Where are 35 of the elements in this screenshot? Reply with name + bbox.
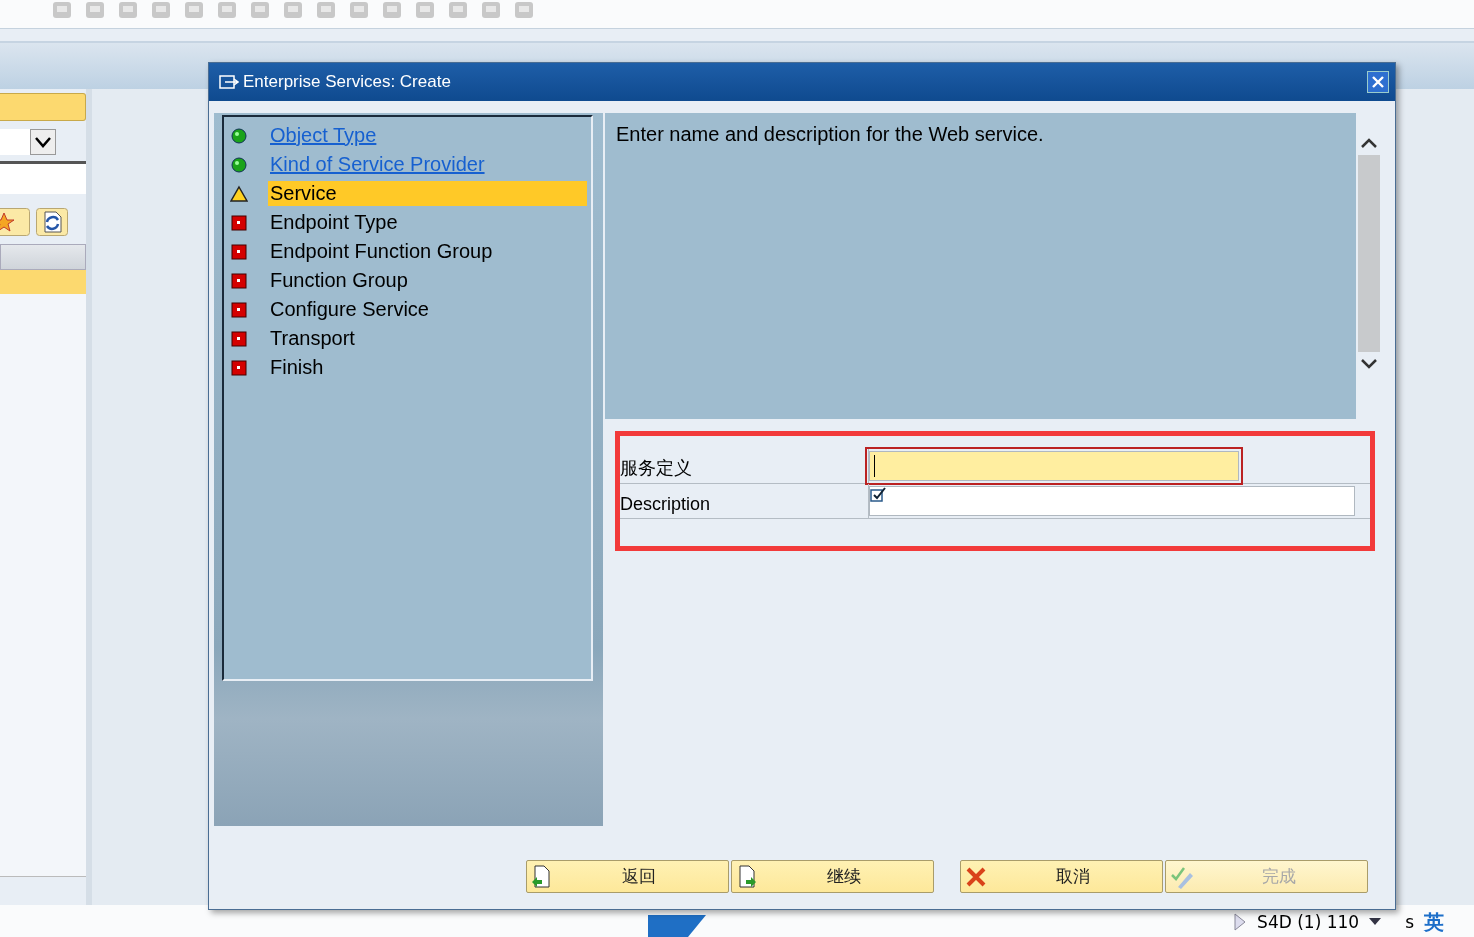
field-label: Description [620, 494, 712, 516]
instruction-text: Enter name and description for the Web service. [616, 123, 1044, 145]
refresh-document-icon[interactable] [36, 208, 68, 236]
dialog-button[interactable]: 返回 [526, 860, 729, 893]
step-item[interactable]: Configure Service [268, 297, 587, 322]
dropdown-field[interactable] [0, 129, 30, 155]
play-triangle-icon[interactable] [1233, 913, 1248, 931]
step-item[interactable]: Endpoint Type [268, 210, 587, 235]
logo-icon [648, 915, 706, 937]
splitter-handle[interactable] [86, 89, 92, 907]
system-info[interactable]: S4D (1) 110 [1257, 912, 1360, 932]
step-item[interactable]: Endpoint Function Group [268, 239, 587, 264]
star-icon[interactable] [0, 208, 30, 236]
server-info: s [1405, 912, 1414, 932]
input-field[interactable] [0, 161, 86, 194]
step-item[interactable]: Function Group [268, 268, 587, 293]
step-item[interactable]: Transport [268, 326, 587, 351]
input-field[interactable] [869, 486, 1355, 516]
document-back-icon [531, 864, 553, 889]
close-icon [1372, 76, 1384, 88]
input-method-indicator[interactable]: 英 [1424, 908, 1444, 936]
field-label: 服务定义 [620, 457, 693, 480]
dialog-button[interactable]: 继续 [731, 860, 934, 893]
selected-row[interactable] [0, 270, 86, 294]
document-forward-icon [736, 864, 758, 889]
chevron-down-icon[interactable] [30, 129, 56, 155]
dialog-button[interactable]: 取消 [960, 860, 1163, 893]
window-title: Enterprise Services: Create [243, 72, 451, 92]
step-item[interactable]: Finish [268, 355, 587, 380]
caret-down-icon[interactable] [1369, 918, 1382, 926]
cross-icon [965, 865, 987, 888]
close-button[interactable] [1367, 71, 1389, 93]
checkbox-icon[interactable] [870, 487, 886, 503]
window-icon [219, 74, 239, 90]
step-item[interactable]: Service [268, 181, 587, 206]
